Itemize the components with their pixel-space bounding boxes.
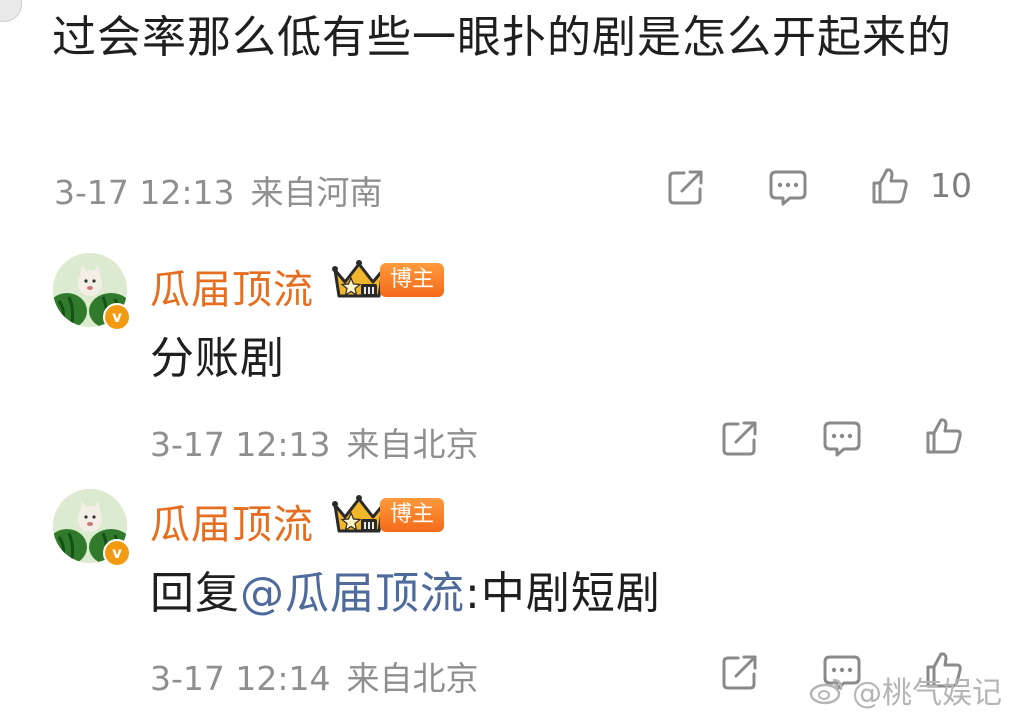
- comment-location: 来自河南: [250, 173, 383, 212]
- reply-username[interactable]: 瓜届顶流: [150, 257, 314, 315]
- verified-badge: v: [103, 539, 131, 567]
- reply-prefix: 回复: [150, 568, 240, 619]
- like-count: 10: [930, 166, 972, 205]
- previous-avatar: [0, 0, 22, 22]
- blogger-badge: 博主: [380, 498, 445, 532]
- reply-time: 3-17 12:13: [150, 425, 331, 464]
- like-icon: [872, 168, 908, 204]
- reply-time: 3-17 12:14: [150, 659, 331, 698]
- mention-link[interactable]: @瓜届顶流: [240, 568, 465, 619]
- like-icon: [926, 418, 962, 454]
- share-button[interactable]: [718, 416, 762, 460]
- like-button[interactable]: [922, 414, 966, 458]
- comment-icon: [769, 170, 807, 206]
- share-button[interactable]: [718, 650, 762, 694]
- reply-username[interactable]: 瓜届顶流: [150, 492, 314, 550]
- comment-icon: [823, 421, 861, 457]
- main-comment-meta: 3-17 12:13 来自河南: [54, 166, 383, 214]
- share-icon: [722, 421, 757, 456]
- share-button[interactable]: [664, 165, 708, 209]
- crown-level-icon: [331, 258, 387, 302]
- verified-badge: v: [103, 303, 131, 331]
- reply-location: 来自北京: [346, 659, 479, 698]
- blogger-badge: 博主: [380, 263, 445, 297]
- reply-text: 分账剧: [150, 333, 285, 384]
- reply-text: 回复@瓜届顶流:中剧短剧: [150, 557, 661, 621]
- reply-location: 来自北京: [346, 425, 479, 464]
- weibo-logo-icon: [809, 678, 843, 705]
- share-icon: [722, 655, 757, 690]
- crown-level-icon: [331, 493, 387, 537]
- like-button[interactable]: [868, 164, 912, 208]
- comment-button[interactable]: [820, 416, 864, 460]
- comment-button[interactable]: [766, 165, 810, 209]
- reply-meta: 3-17 12:14 来自北京: [150, 652, 479, 700]
- watermark-text: @桃气娱记: [852, 676, 1002, 711]
- comment-time: 3-17 12:13: [54, 173, 235, 212]
- watermark: @桃气娱记: [808, 668, 1002, 712]
- share-icon: [668, 170, 703, 205]
- reply-meta: 3-17 12:13 来自北京: [150, 418, 479, 466]
- main-comment-text: 过会率那么低有些一眼扑的剧是怎么开起来的: [52, 12, 952, 63]
- reply-body: :中剧短剧: [465, 568, 661, 619]
